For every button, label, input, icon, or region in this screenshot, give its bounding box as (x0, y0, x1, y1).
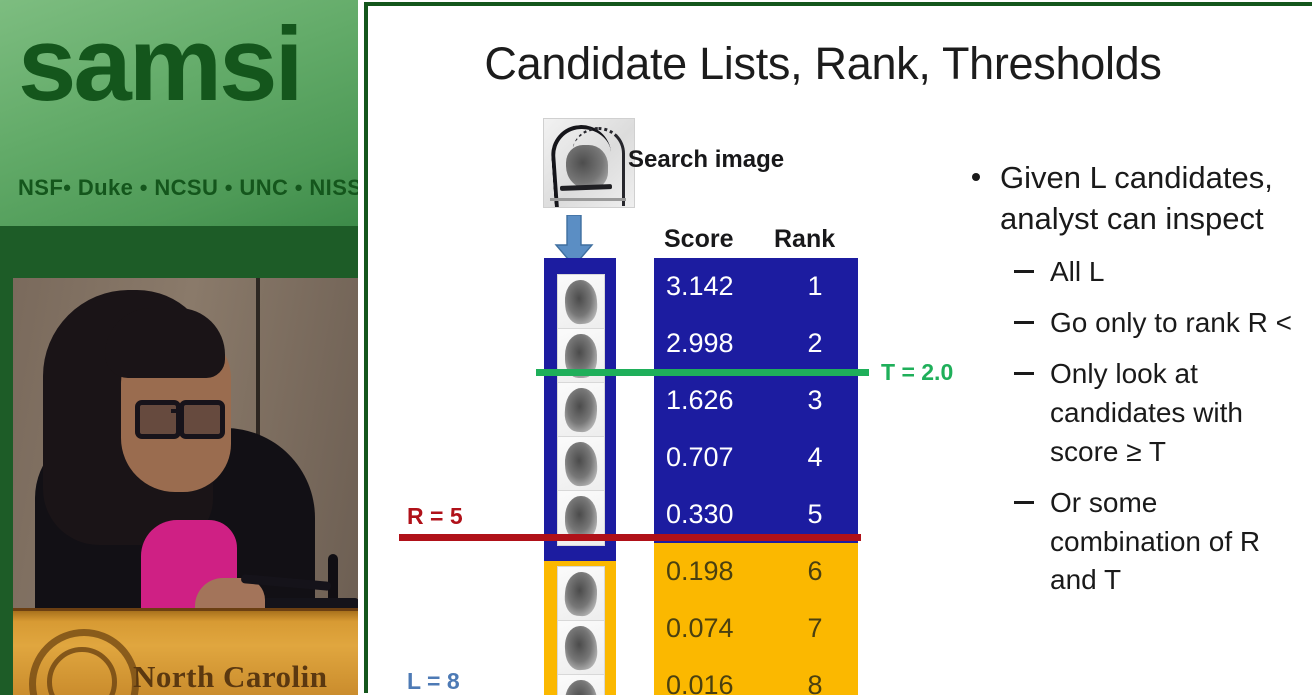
cell-score: 0.074 (666, 613, 734, 643)
bullet-sub-text: score ≥ T (1050, 435, 1166, 467)
rank-cut-label-r: R = 5 (407, 503, 463, 529)
bullet-primary-line: Given L candidates, (958, 158, 1314, 199)
speaker-hair-front (105, 308, 225, 378)
cell-score: 0.330 (666, 499, 734, 529)
table-row: 0.074 7 (654, 600, 858, 657)
candidate-fingerprint-thumbnail (557, 620, 605, 676)
bullet-primary-text: analyst can inspect (1000, 200, 1264, 236)
cell-rank: 5 (807, 499, 823, 529)
search-image-label: Search image (628, 146, 785, 173)
webinar-screen: samsi NSF• Duke • NCSU • UNC • NISS Nort… (0, 0, 1314, 695)
bullet-sub-text: Only look at (1050, 357, 1198, 389)
threshold-line-t (536, 369, 869, 376)
bullet-sub-text: combination of R (1050, 525, 1261, 557)
search-image-thumbnail (543, 118, 635, 208)
table-row: 0.016 8 (654, 657, 858, 695)
speaker-panel: samsi NSF• Duke • NCSU • UNC • NISS Nort… (0, 0, 358, 695)
speaker-glasses (135, 400, 225, 439)
bullet-sub-text: Or some (1050, 486, 1158, 518)
presentation-slide: Candidate Lists, Rank, Thresholds Search… (358, 0, 1314, 695)
samsi-brand-card: samsi NSF• Duke • NCSU • UNC • NISS (0, 0, 358, 226)
cell-score: 1.626 (666, 385, 734, 415)
bullet-sub-text: All L (1050, 255, 1105, 287)
bullet-sub-line: Or some (958, 485, 1314, 522)
cell-score: 2.998 (666, 328, 734, 358)
latent-print-baseline (550, 198, 626, 201)
candidate-fingerprint-thumbnail (557, 436, 605, 492)
candidate-fingerprint-thumbnail (557, 274, 605, 330)
table-row: 1.626 3 (654, 372, 858, 429)
glasses-lens-right (179, 400, 225, 439)
table-row: 3.142 1 (654, 258, 858, 315)
bullet-dash-icon (1014, 500, 1034, 504)
cell-rank: 1 (807, 271, 823, 301)
fingerprint-icon (563, 624, 599, 672)
podium: North Carolin (13, 608, 358, 695)
glasses-lens-left (135, 400, 181, 439)
fingerprint-icon (565, 680, 597, 695)
samsi-partners-label: NSF• Duke • NCSU • UNC • NISS (18, 175, 358, 200)
bullet-dash-icon (1014, 371, 1034, 375)
cell-rank: 2 (807, 328, 823, 358)
cell-rank: 7 (807, 613, 823, 643)
bullet-sub-line: score ≥ T (958, 434, 1314, 471)
table-row: 2.998 2 (654, 315, 858, 372)
bullet-dot-icon (972, 173, 980, 181)
candidate-fingerprint-thumbnail (557, 382, 605, 438)
bullet-primary-line: analyst can inspect (958, 199, 1314, 240)
cell-rank: 6 (807, 556, 823, 586)
bullet-sub-text: Go only to rank R < (1050, 306, 1293, 338)
cell-score: 0.198 (666, 556, 734, 586)
bullet-dash-icon (1014, 320, 1034, 324)
cell-score: 0.707 (666, 442, 734, 472)
bullet-sub-line: Go only to rank R < (958, 305, 1314, 342)
bullet-dash-icon (1014, 269, 1034, 273)
fingerprint-icon (563, 570, 599, 618)
cell-score: 3.142 (666, 271, 734, 301)
bullet-sub-line: Only look at (958, 356, 1314, 393)
bullet-sub-text: and T (1050, 564, 1122, 596)
latent-print-smudge (566, 145, 608, 189)
cell-rank: 3 (807, 385, 823, 415)
rank-cut-line-r (399, 534, 861, 541)
bullet-primary-text: Given L candidates, (1000, 160, 1273, 195)
cell-score: 0.016 (666, 670, 734, 695)
bullet-sub-line: and T (958, 562, 1314, 599)
rank-column-header: Rank (774, 225, 836, 253)
speaker-video-thumbnail[interactable]: North Carolin (13, 278, 358, 695)
candidate-fingerprint-thumbnail (557, 674, 605, 695)
table-row: 0.198 6 (654, 543, 858, 600)
score-rank-table: 3.142 1 2.998 2 1.626 3 0.707 4 0.330 5 0.198 6 0.07… (654, 258, 858, 695)
bullet-sub-text: candidates with (1050, 396, 1244, 428)
candidate-fingerprint-thumbnail (557, 566, 605, 622)
cell-rank: 4 (807, 442, 823, 472)
list-size-label-l: L = 8 (407, 668, 460, 694)
fingerprint-icon (563, 278, 599, 326)
score-column-header: Score (664, 225, 734, 253)
fingerprint-icon (563, 386, 599, 434)
fingerprint-icon (563, 440, 599, 488)
podium-engraved-text: North Carolin (133, 659, 328, 694)
samsi-logo-wordmark: samsi (18, 6, 304, 123)
slide-title: Candidate Lists, Rank, Thresholds (484, 38, 1162, 89)
bullet-sub-line: combination of R (958, 524, 1314, 561)
bullet-sub-line: All L (958, 254, 1314, 291)
threshold-label-t: T = 2.0 (881, 359, 954, 385)
table-row: 0.707 4 (654, 429, 858, 486)
cell-rank: 8 (807, 670, 823, 695)
bullet-list: Given L candidates, analyst can inspect Al… (958, 158, 1314, 599)
candidate-image-strip (544, 258, 616, 695)
bullet-sub-line: candidates with (958, 395, 1314, 432)
